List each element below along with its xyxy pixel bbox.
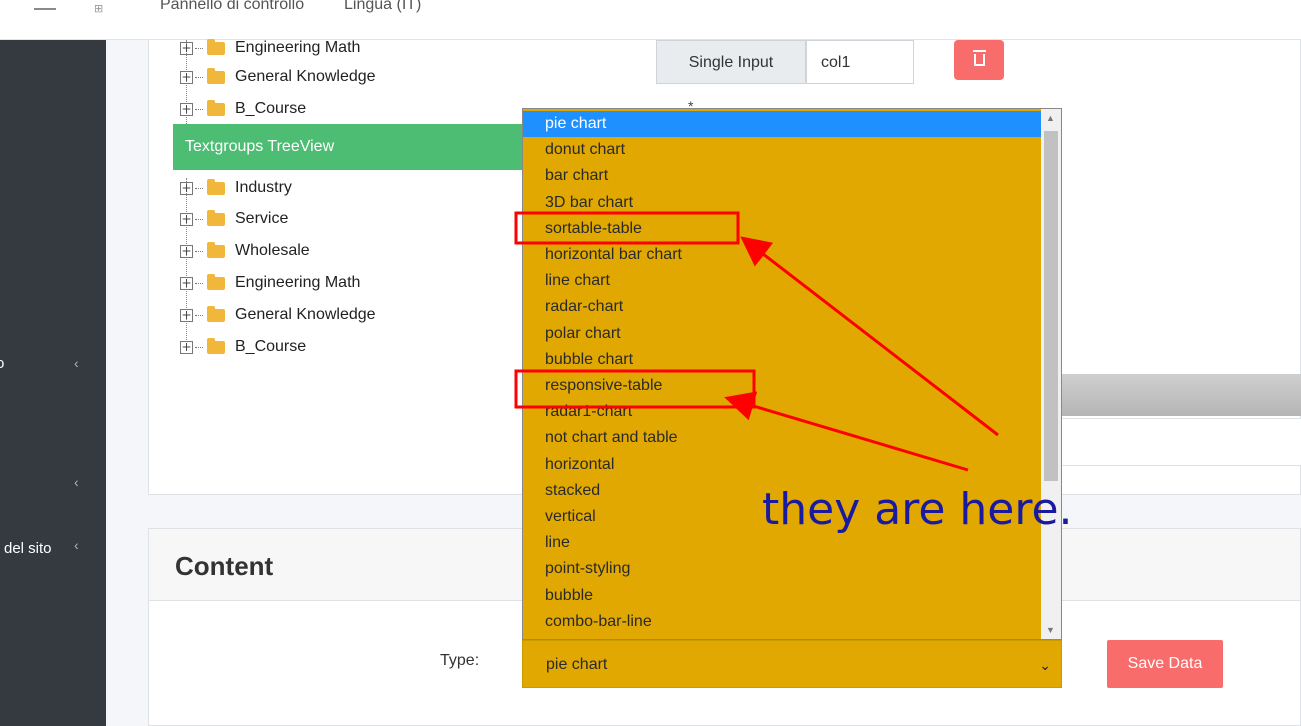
expand-plus-icon[interactable]: + (180, 102, 193, 116)
tree-node-label: Engineering Math (235, 39, 361, 56)
dropdown-option[interactable]: line chart (523, 268, 1041, 294)
nav-language[interactable]: Lingua (IT) (344, 0, 421, 14)
expand-plus-icon[interactable]: + (180, 212, 193, 226)
expand-plus-icon[interactable]: + (180, 276, 193, 290)
expand-plus-icon[interactable]: + (180, 41, 193, 55)
dropdown-option[interactable]: not chart and table (523, 425, 1041, 451)
tree-node[interactable]: + Engineering Math (180, 36, 360, 60)
folder-icon (207, 67, 225, 84)
dropdown-option[interactable]: responsive-table (523, 373, 1041, 399)
folder-icon (207, 337, 225, 354)
column-name-input[interactable]: col1 (806, 40, 914, 84)
tree-node[interactable]: + B_Course (180, 97, 306, 121)
dropdown-option[interactable]: 3D bar chart (523, 190, 1041, 216)
tree-node[interactable]: + General Knowledge (180, 303, 376, 327)
type-label: Type: (440, 652, 480, 669)
chevron-left-icon[interactable]: ‹ (74, 355, 79, 371)
textgroups-treeview-header: Textgroups TreeView (173, 124, 540, 170)
dropdown-option[interactable]: bubble chart (523, 347, 1041, 373)
type-select[interactable]: pie chart ⌄ (522, 640, 1062, 688)
tree-node-label: B_Course (235, 100, 307, 117)
dropdown-option[interactable]: bar chart (523, 163, 1041, 189)
text-input[interactable] (1058, 418, 1301, 466)
dropdown-option[interactable]: polar chart (523, 321, 1041, 347)
tree-node-label: Industry (235, 179, 292, 196)
dropdown-option[interactable]: horizontal bar chart (523, 242, 1041, 268)
tree-node-label: Service (235, 210, 289, 227)
sidebar-item-site[interactable]: del sito (4, 540, 52, 557)
folder-icon (207, 38, 225, 55)
folder-icon (207, 273, 225, 290)
dropdown-option[interactable]: sortable-table (523, 216, 1041, 242)
hamburger-menu-icon[interactable] (34, 8, 56, 10)
folder-icon (207, 209, 225, 226)
scroll-down-arrow-icon[interactable]: ▼ (1046, 625, 1055, 635)
expand-plus-icon[interactable]: + (180, 70, 193, 84)
expand-plus-icon[interactable]: + (180, 244, 193, 258)
tree-node-label: B_Course (235, 338, 307, 355)
tree-node[interactable]: + Wholesale (180, 239, 310, 263)
tree-node[interactable]: + General Knowledge (180, 65, 376, 89)
tree-node[interactable]: + Engineering Math (180, 271, 360, 295)
dropdown-option[interactable]: radar-chart (523, 294, 1041, 320)
chevron-left-icon[interactable]: ‹ (74, 537, 79, 553)
tree-node-label: Wholesale (235, 242, 310, 259)
dropdown-option[interactable]: combo-bar-line (523, 609, 1041, 635)
tree-node[interactable]: + Service (180, 207, 288, 231)
grid-icon[interactable]: ⊞ (94, 2, 103, 15)
dropdown-option[interactable]: pie chart (523, 111, 1041, 137)
expand-plus-icon[interactable]: + (180, 308, 193, 322)
dropdown-option[interactable]: point-styling (523, 556, 1041, 582)
type-dropdown-list[interactable]: combo-bar-line bubble point-styling line ver… (522, 108, 1062, 640)
expand-plus-icon[interactable]: + (180, 181, 193, 195)
sidebar: o ‹ ‹ del sito ‹ (0, 40, 106, 726)
scrollbar-thumb[interactable] (1044, 131, 1058, 481)
top-navbar: ⊞ Pannello di controllo Lingua (IT) (0, 0, 1301, 40)
dropdown-option[interactable]: bubble (523, 583, 1041, 609)
type-select-value: pie chart (546, 656, 608, 673)
single-input-label: Single Input (656, 40, 806, 84)
dropdown-option[interactable]: horizontal (523, 452, 1041, 478)
annotation-text: they are here. (762, 484, 1073, 535)
progress-bar (1058, 374, 1301, 416)
content-title: Content (175, 551, 274, 581)
sidebar-item-1[interactable]: o (0, 355, 4, 372)
trash-icon (972, 50, 986, 66)
chevron-down-icon: ⌄ (1039, 657, 1051, 673)
dropdown-option[interactable]: donut chart (523, 137, 1041, 163)
tree-node-label: Engineering Math (235, 274, 361, 291)
scroll-up-arrow-icon[interactable]: ▲ (1046, 113, 1055, 123)
nav-control-panel[interactable]: Pannello di controllo (160, 0, 304, 14)
dropdown-option[interactable]: radar1-chart (523, 399, 1041, 425)
expand-plus-icon[interactable]: + (180, 340, 193, 354)
folder-icon (207, 305, 225, 322)
dropdown-scrollbar[interactable]: ▲ ▼ (1041, 109, 1061, 639)
tree-node-label: General Knowledge (235, 68, 376, 85)
tree-node-label: General Knowledge (235, 306, 376, 323)
folder-icon (207, 99, 225, 116)
tree-node[interactable]: + B_Course (180, 335, 306, 359)
save-data-button[interactable]: Save Data (1107, 640, 1223, 688)
tree-node[interactable]: + Industry (180, 176, 292, 200)
folder-icon (207, 178, 225, 195)
folder-icon (207, 241, 225, 258)
delete-button[interactable] (954, 40, 1004, 80)
chevron-left-icon[interactable]: ‹ (74, 474, 79, 490)
